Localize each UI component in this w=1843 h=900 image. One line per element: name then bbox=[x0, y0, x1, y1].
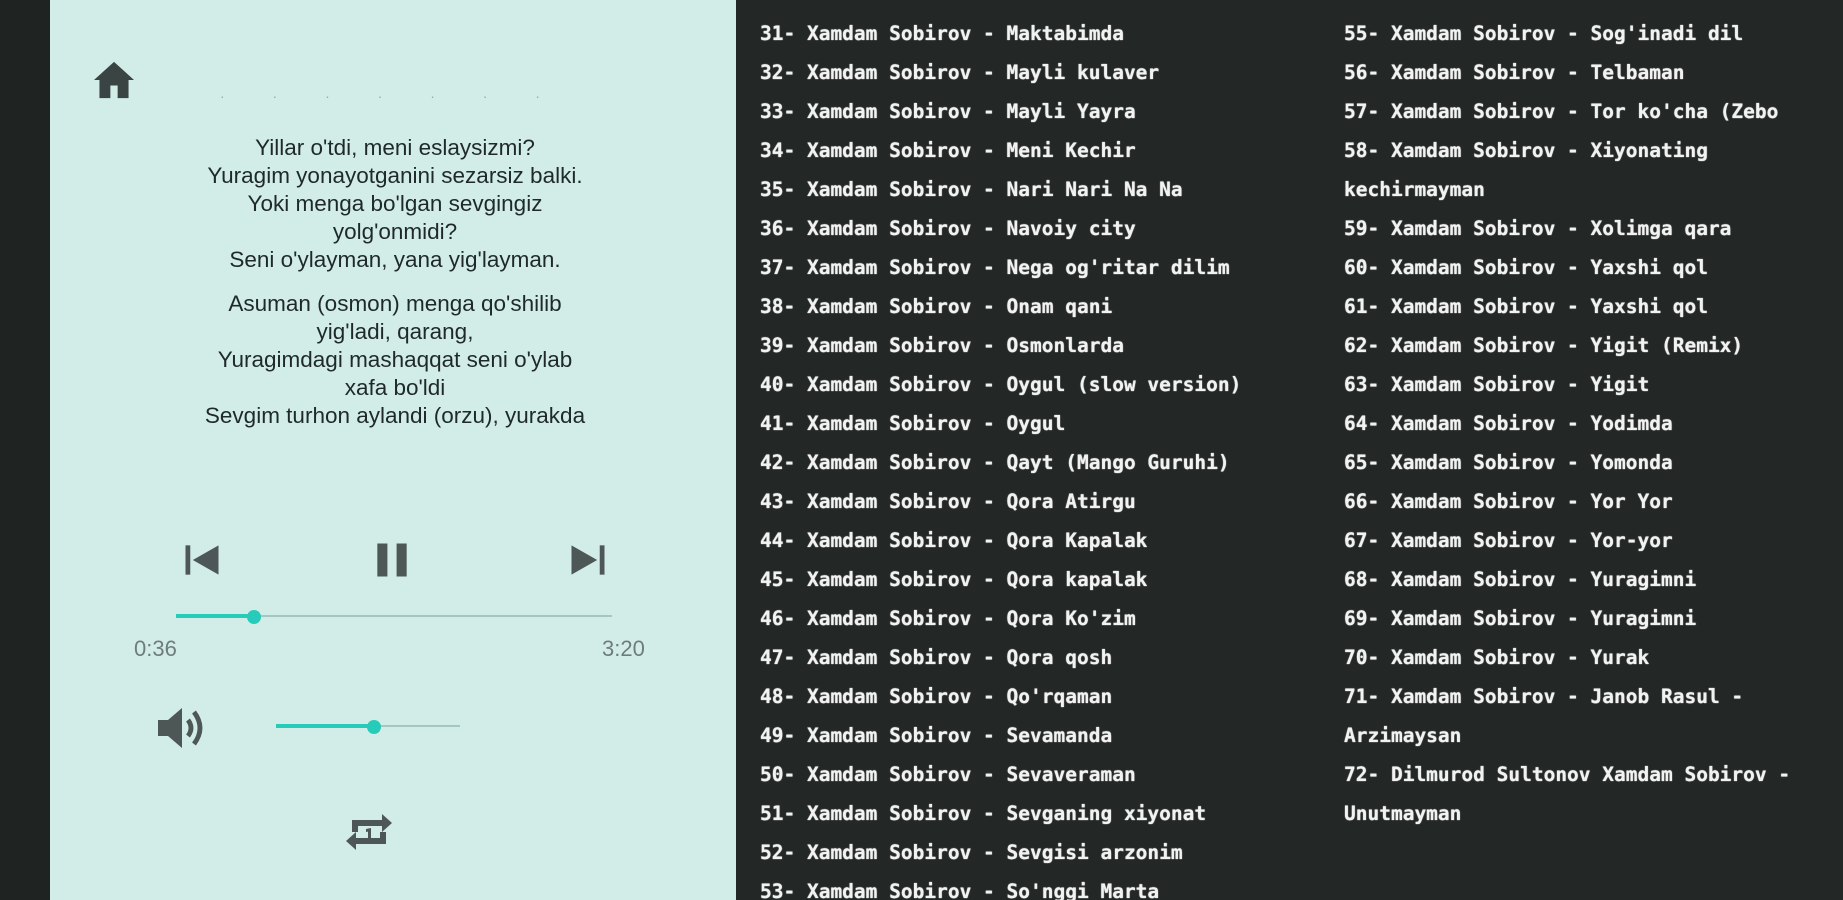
skip-previous-icon bbox=[185, 545, 219, 575]
next-button[interactable] bbox=[566, 538, 610, 582]
playlist-panel: 31- Xamdam Sobirov - Maktabimda 32- Xamda… bbox=[736, 0, 1843, 900]
playlist-item[interactable]: kechirmayman bbox=[1344, 170, 1843, 209]
playlist-item[interactable]: 61- Xamdam Sobirov - Yaxshi qol bbox=[1344, 287, 1843, 326]
lyrics-line: Seni o'ylayman, yana yig'layman. bbox=[229, 247, 561, 272]
repeat-button[interactable] bbox=[342, 806, 396, 858]
playlist-item[interactable]: 37- Xamdam Sobirov - Nega og'ritar dilim bbox=[760, 248, 1340, 287]
lyrics-stanza: Yillar o'tdi, meni eslaysizmi? Yuragim yo… bbox=[130, 134, 660, 274]
playlist-item[interactable]: 65- Xamdam Sobirov - Yomonda bbox=[1344, 443, 1843, 482]
playlist-item[interactable]: 67- Xamdam Sobirov - Yor-yor bbox=[1344, 521, 1843, 560]
home-icon bbox=[94, 61, 134, 99]
lyrics-line: xafa bo'ldi bbox=[344, 375, 446, 400]
volume-slider[interactable] bbox=[276, 720, 460, 734]
playlist-item[interactable]: 34- Xamdam Sobirov - Meni Kechir bbox=[760, 131, 1340, 170]
playlist-item[interactable]: 57- Xamdam Sobirov - Tor ko'cha (Zebo bbox=[1344, 92, 1843, 131]
playlist-item[interactable]: 60- Xamdam Sobirov - Yaxshi qol bbox=[1344, 248, 1843, 287]
playlist-item[interactable]: 32- Xamdam Sobirov - Mayli kulaver bbox=[760, 53, 1340, 92]
volume-level bbox=[276, 724, 374, 728]
seek-bar[interactable] bbox=[176, 610, 612, 624]
playlist-item[interactable]: 71- Xamdam Sobirov - Janob Rasul - bbox=[1344, 677, 1843, 716]
playlist-item[interactable]: 46- Xamdam Sobirov - Qora Ko'zim bbox=[760, 599, 1340, 638]
playlist-item[interactable]: 45- Xamdam Sobirov - Qora kapalak bbox=[760, 560, 1340, 599]
playlist-item[interactable]: 41- Xamdam Sobirov - Oygul bbox=[760, 404, 1340, 443]
lyrics-line: Asuman (osmon) menga qo'shilib bbox=[228, 291, 562, 316]
playlist-item[interactable]: 39- Xamdam Sobirov - Osmonlarda bbox=[760, 326, 1340, 365]
lyrics-line: Yoki menga bo'lgan sevgingiz bbox=[247, 191, 543, 216]
repeat-one-icon bbox=[346, 814, 392, 850]
volume-icon bbox=[158, 708, 203, 748]
playlist-item[interactable]: 50- Xamdam Sobirov - Sevaveraman bbox=[760, 755, 1340, 794]
playlist-item[interactable]: 33- Xamdam Sobirov - Mayli Yayra bbox=[760, 92, 1340, 131]
playlist-item[interactable]: 36- Xamdam Sobirov - Navoiy city bbox=[760, 209, 1340, 248]
playlist-item[interactable]: 55- Xamdam Sobirov - Sog'inadi dil bbox=[1344, 14, 1843, 53]
skip-next-icon bbox=[571, 545, 605, 575]
playlist-item[interactable]: 56- Xamdam Sobirov - Telbaman bbox=[1344, 53, 1843, 92]
lyrics-line: Yuragimdagi mashaqqat seni o'ylab bbox=[217, 347, 573, 372]
pause-button[interactable] bbox=[370, 538, 414, 582]
song-title-faded: · · · · · · · bbox=[220, 88, 562, 104]
playlist-item[interactable]: Arzimaysan bbox=[1344, 716, 1843, 755]
playback-controls bbox=[180, 538, 610, 582]
device-bezel bbox=[0, 0, 50, 900]
lyrics-view[interactable]: Yillar o'tdi, meni eslaysizmi? Yuragim yo… bbox=[130, 134, 660, 440]
playlist-item[interactable]: 53- Xamdam Sobirov - So'nggi Marta bbox=[760, 872, 1340, 900]
playlist-item[interactable]: 43- Xamdam Sobirov - Qora Atirgu bbox=[760, 482, 1340, 521]
playlist-item[interactable]: 52- Xamdam Sobirov - Sevgisi arzonim bbox=[760, 833, 1340, 872]
playlist-item[interactable]: 51- Xamdam Sobirov - Sevganing xiyonat bbox=[760, 794, 1340, 833]
playlist-item[interactable]: 70- Xamdam Sobirov - Yurak bbox=[1344, 638, 1843, 677]
playlist-item[interactable]: 44- Xamdam Sobirov - Qora Kapalak bbox=[760, 521, 1340, 560]
playlist-item[interactable]: 64- Xamdam Sobirov - Yodimda bbox=[1344, 404, 1843, 443]
playlist-item[interactable]: 72- Dilmurod Sultonov Xamdam Sobirov - bbox=[1344, 755, 1843, 794]
pause-icon bbox=[377, 543, 407, 577]
playlist-item[interactable]: 47- Xamdam Sobirov - Qora qosh bbox=[760, 638, 1340, 677]
lyrics-line: Sevgim turhon aylandi (orzu), yurakda bbox=[204, 403, 586, 428]
lyrics-stanza: Asuman (osmon) menga qo'shilib yig'ladi, … bbox=[130, 290, 660, 430]
playlist-item[interactable]: 59- Xamdam Sobirov - Xolimga qara bbox=[1344, 209, 1843, 248]
playlist-item[interactable]: Unutmayman bbox=[1344, 794, 1843, 833]
playlist-item[interactable]: 31- Xamdam Sobirov - Maktabimda bbox=[760, 14, 1340, 53]
playlist-item[interactable]: 48- Xamdam Sobirov - Qo'rqaman bbox=[760, 677, 1340, 716]
playlist-item[interactable]: 68- Xamdam Sobirov - Yuragimni bbox=[1344, 560, 1843, 599]
playlist-item[interactable]: 40- Xamdam Sobirov - Oygul (slow version… bbox=[760, 365, 1340, 404]
lyrics-line: yolg'onmidi? bbox=[332, 219, 458, 244]
lyrics-line: Yuragim yonayotganini sezarsiz balki. bbox=[207, 163, 583, 188]
playlist-item[interactable]: 49- Xamdam Sobirov - Sevamanda bbox=[760, 716, 1340, 755]
playlist-item[interactable]: 62- Xamdam Sobirov - Yigit (Remix) bbox=[1344, 326, 1843, 365]
lyrics-line: Yillar o'tdi, meni eslaysizmi? bbox=[255, 135, 535, 160]
playlist-item[interactable]: 63- Xamdam Sobirov - Yigit bbox=[1344, 365, 1843, 404]
playlist-item[interactable]: 38- Xamdam Sobirov - Onam qani bbox=[760, 287, 1340, 326]
playlist-item[interactable]: 35- Xamdam Sobirov - Nari Nari Na Na bbox=[760, 170, 1340, 209]
volume-button[interactable] bbox=[154, 704, 212, 752]
lyrics-line: yig'ladi, qarang, bbox=[316, 319, 474, 344]
playlist-item[interactable]: 69- Xamdam Sobirov - Yuragimni bbox=[1344, 599, 1843, 638]
volume-thumb[interactable] bbox=[366, 720, 381, 734]
seek-progress bbox=[176, 614, 255, 618]
elapsed-time: 0:36 bbox=[134, 636, 177, 661]
playlist-item[interactable]: 42- Xamdam Sobirov - Qayt (Mango Guruhi) bbox=[760, 443, 1340, 482]
playlist-column-2: 55- Xamdam Sobirov - Sog'inadi dil 56- Xa… bbox=[1344, 14, 1843, 833]
playlist-item[interactable]: 66- Xamdam Sobirov - Yor Yor bbox=[1344, 482, 1843, 521]
seek-thumb[interactable] bbox=[247, 610, 262, 624]
playlist-item[interactable]: 58- Xamdam Sobirov - Xiyonating bbox=[1344, 131, 1843, 170]
home-button[interactable] bbox=[92, 60, 136, 100]
previous-button[interactable] bbox=[180, 538, 224, 582]
total-time: 3:20 bbox=[602, 636, 645, 661]
playlist-column-1: 31- Xamdam Sobirov - Maktabimda 32- Xamda… bbox=[760, 14, 1340, 900]
